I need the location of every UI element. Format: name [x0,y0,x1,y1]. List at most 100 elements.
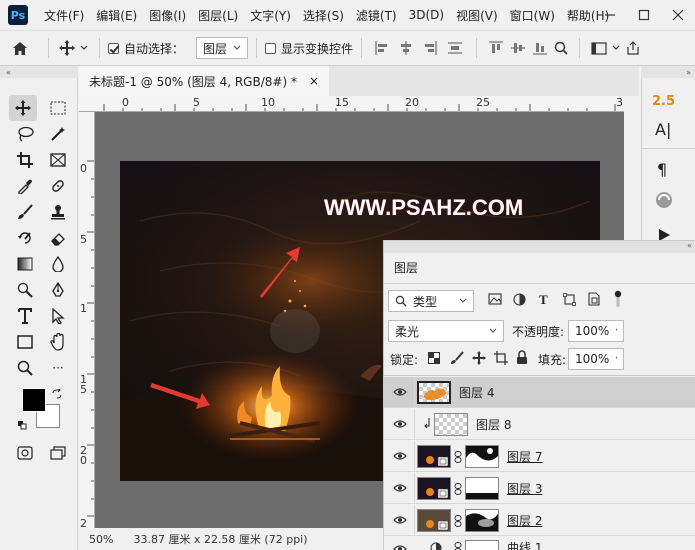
menu-window[interactable]: 窗口(W) [504,7,561,24]
lock-pixels-icon[interactable] [450,351,464,368]
lasso-tool-icon[interactable] [11,121,39,147]
magic-wand-icon[interactable] [44,121,72,147]
close-tab-icon[interactable]: × [309,74,319,88]
rectangle-tool-icon[interactable] [11,329,39,355]
eye-icon[interactable] [392,512,408,528]
menu-view[interactable]: 视图(V) [450,7,504,24]
layer-row[interactable]: 图层 3 [384,473,695,504]
eye-icon[interactable] [392,416,408,432]
align-right-icon[interactable] [418,41,442,55]
layer-name[interactable]: 图层 3 [507,480,542,497]
align-top-icon[interactable] [485,41,507,55]
layer-filter-select[interactable]: 类型 [388,290,474,312]
workspace-icon[interactable] [588,41,610,55]
align-bottom-icon[interactable] [529,41,551,55]
chevron-down-icon[interactable] [610,45,622,51]
filter-adjustment-icon[interactable] [513,293,526,309]
fill-field[interactable]: 100% [568,348,624,370]
vertical-ruler[interactable]: 0 5 1 1 5 2 0 2 [79,112,95,528]
distribute-icon[interactable] [442,41,468,55]
link-icon[interactable] [454,451,462,466]
gradient-icon[interactable] [11,251,39,277]
maximize-icon[interactable] [627,0,661,30]
zoom-level[interactable]: 50% [89,533,113,546]
layer-mask-thumbnail[interactable] [465,477,499,500]
type-tool-icon[interactable] [11,303,39,329]
tab-layers[interactable]: 图层 [384,253,429,283]
zoom-tool-icon[interactable] [11,355,39,381]
minimize-icon[interactable] [593,0,627,30]
menu-image[interactable]: 图像(I) [143,7,192,24]
menu-file[interactable]: 文件(F) [38,7,90,24]
filter-pixel-icon[interactable] [488,293,502,308]
layer-name[interactable]: 图层 8 [476,416,511,433]
eraser-icon[interactable] [44,225,72,251]
screen-mode-icon[interactable] [44,440,72,466]
layer-thumbnail[interactable] [417,509,451,532]
layer-mask-thumbnail[interactable] [465,445,499,468]
layer-name[interactable]: 曲线 1 [507,539,542,550]
lock-transparent-icon[interactable] [428,352,440,367]
share-icon[interactable] [622,41,644,55]
default-colors-icon[interactable] [18,419,27,430]
crop-tool-icon[interactable] [11,147,39,173]
layer-name[interactable]: 图层 4 [459,384,494,401]
layer-row[interactable]: 图层 2 [384,505,695,536]
more-tools-icon[interactable]: ··· [44,355,72,381]
filter-toggle-icon[interactable] [614,290,622,311]
eye-icon[interactable] [392,448,408,464]
eye-icon[interactable] [392,480,408,496]
filter-shape-icon[interactable] [563,293,576,309]
quick-mask-icon[interactable] [11,440,39,466]
move-tool-icon[interactable] [57,40,77,56]
opacity-field[interactable]: 100% [568,320,624,342]
side-collapse-strip[interactable]: » [641,66,695,78]
hand-tool-icon[interactable] [44,329,72,355]
document-tab[interactable]: 未标题-1 @ 50% (图层 4, RGB/8#) * × [79,66,330,96]
layers-collapse-strip[interactable]: « [384,241,695,253]
layer-thumbnail[interactable] [417,381,451,404]
blend-mode-select[interactable]: 柔光 [388,320,504,342]
layer-row[interactable]: 图层 7 [384,441,695,472]
align-center-h-icon[interactable] [394,41,418,55]
filter-smart-object-icon[interactable] [588,292,600,309]
path-selection-icon[interactable] [44,303,72,329]
dodge-tool-icon[interactable] [11,277,39,303]
auto-select-target-select[interactable]: 图层 [196,37,249,59]
pen-tool-icon[interactable] [44,277,72,303]
paragraph-icon[interactable]: ¶ [657,160,667,179]
eyedropper-icon[interactable] [11,173,39,199]
marquee-tool-icon[interactable] [44,95,72,121]
layer-row[interactable]: 图层 4 [384,377,695,408]
eye-icon[interactable] [392,541,408,550]
tools-collapse-strip[interactable]: « [0,66,78,78]
healing-brush-icon[interactable] [44,173,72,199]
character-panel-icon[interactable]: A| [655,120,671,139]
menu-filter[interactable]: 滤镜(T) [350,7,403,24]
blur-tool-icon[interactable] [44,251,72,277]
layer-thumbnail[interactable] [434,413,468,436]
lock-artboard-icon[interactable] [494,351,508,368]
search-icon[interactable] [551,41,571,55]
horizontal-ruler[interactable]: 0 5 10 15 20 25 3 [79,96,624,112]
layer-name[interactable]: 图层 2 [507,512,542,529]
menu-edit[interactable]: 编辑(E) [90,7,143,24]
character-size-value[interactable]: 2.5 [652,94,675,109]
link-icon[interactable] [454,515,462,530]
frame-tool-icon[interactable] [44,147,72,173]
layer-row[interactable]: 曲线 1 [384,537,695,550]
filter-type-icon[interactable]: T [539,292,548,308]
layer-thumbnail[interactable] [417,477,451,500]
layer-row[interactable]: 图层 8 [384,409,695,440]
close-window-icon[interactable] [661,0,695,30]
link-icon[interactable] [454,542,462,550]
chevron-down-icon[interactable] [77,45,91,51]
lock-all-icon[interactable] [516,350,528,368]
link-icon[interactable] [454,483,462,498]
brush-tool-icon[interactable] [11,199,39,225]
menu-3d[interactable]: 3D(D) [403,8,450,22]
clone-stamp-icon[interactable] [44,199,72,225]
swap-colors-icon[interactable] [52,387,62,399]
menu-layer[interactable]: 图层(L) [192,7,244,24]
layer-name[interactable]: 图层 7 [507,448,542,465]
